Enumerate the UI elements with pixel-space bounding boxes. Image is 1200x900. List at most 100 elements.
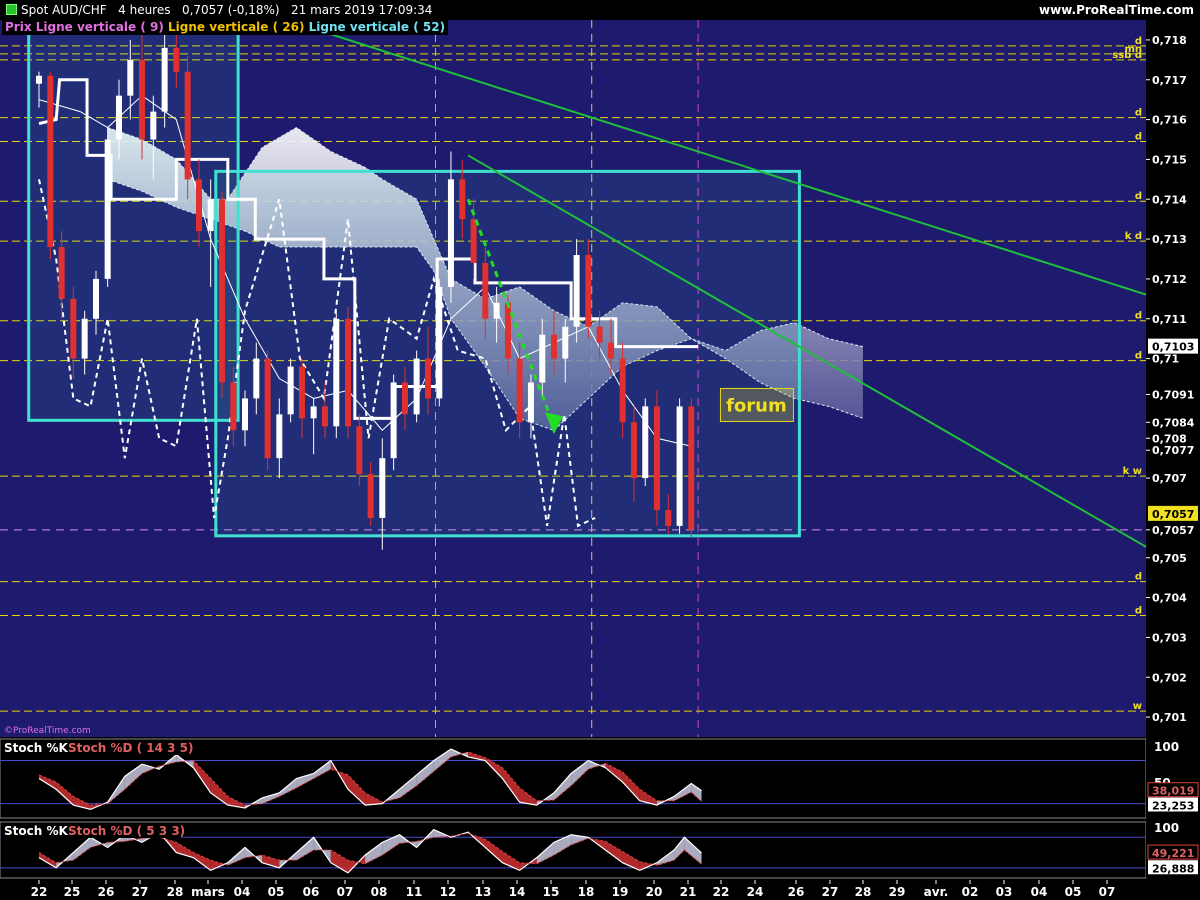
last-price-label: 0,7057 (-0,18%) <box>181 3 280 17</box>
x-label-6: 04 <box>234 885 251 899</box>
candle-body-8 <box>127 59 134 96</box>
candle-body-56 <box>676 406 683 526</box>
price-label-14: 0,7057 <box>1152 524 1194 537</box>
x-label-21: 24 <box>747 885 764 899</box>
legend-bar: Prix Ligne verticale ( 9) Ligne vertical… <box>2 20 449 35</box>
candle-body-14 <box>195 179 202 232</box>
candle-body-54 <box>653 406 660 510</box>
x-label-19: 21 <box>680 885 697 899</box>
x-label-29: 04 <box>1031 885 1048 899</box>
price-label-4: 0,714 <box>1152 193 1187 206</box>
price-tag-kijun-label: 0,7103 <box>1152 341 1194 354</box>
price-label-0: 0,718 <box>1152 34 1187 47</box>
candle-body-21 <box>276 414 283 459</box>
legend-line-52[interactable]: Ligne verticale ( 52) <box>309 20 445 34</box>
candle-body-23 <box>298 366 305 419</box>
candle-body-15 <box>207 199 214 232</box>
legend-line-26[interactable]: Ligne verticale ( 26) <box>168 20 304 34</box>
candle-body-3 <box>70 298 77 359</box>
x-label-7: 05 <box>268 885 285 899</box>
candle-body-29 <box>367 474 374 518</box>
stoch-subtitle-1: Stoch %D ( 14 3 5) <box>68 741 194 755</box>
x-label-2: 26 <box>98 885 115 899</box>
candle-body-2 <box>58 247 65 299</box>
candle-body-32 <box>401 382 408 415</box>
candle-body-30 <box>379 458 386 518</box>
level-label-11: d <box>1135 606 1142 617</box>
candle-body-19 <box>253 358 260 399</box>
legend-prix[interactable]: Prix <box>5 20 32 34</box>
candle-body-52 <box>630 422 637 479</box>
price-label-7: 0,711 <box>1152 313 1187 326</box>
candle-body-5 <box>92 278 99 319</box>
x-label-5: mars <box>191 885 225 899</box>
stoch-title-2: Stoch %K <box>4 824 68 838</box>
x-label-22: 26 <box>788 885 805 899</box>
x-label-24: 28 <box>855 885 872 899</box>
stoch-subtitle-2: Stoch %D ( 5 3 3) <box>68 824 185 838</box>
candle-body-31 <box>390 382 397 459</box>
candle-body-40 <box>493 302 500 319</box>
stoch-tick-1-0: 100 <box>1154 740 1179 754</box>
x-label-20: 22 <box>713 885 730 899</box>
candle-body-26 <box>333 318 340 427</box>
candle-body-13 <box>184 71 191 180</box>
candle-body-36 <box>447 179 454 287</box>
stoch-k-value-2: 49,221 <box>1152 847 1194 860</box>
candle-body-50 <box>607 342 614 359</box>
candle-body-46 <box>562 326 569 359</box>
x-label-10: 08 <box>371 885 388 899</box>
candle-body-28 <box>356 426 363 475</box>
level-label-3: d <box>1135 108 1142 119</box>
price-label-18: 0,702 <box>1152 671 1187 684</box>
candle-body-38 <box>470 219 477 263</box>
x-label-4: 28 <box>167 885 184 899</box>
stoch-tick-2-0: 100 <box>1154 821 1179 835</box>
level-label-9: k w <box>1123 466 1142 477</box>
price-label-15: 0,705 <box>1152 552 1187 565</box>
x-label-16: 18 <box>578 885 595 899</box>
candle-body-33 <box>413 358 420 415</box>
legend-line-9[interactable]: Ligne verticale ( 9) <box>36 20 164 34</box>
watermark: ©ProRealTime.com <box>4 726 91 736</box>
price-axis-background <box>1146 20 1200 737</box>
level-label-12: w <box>1133 701 1142 712</box>
candle-body-37 <box>459 179 466 220</box>
candle-body-39 <box>482 262 489 319</box>
price-label-19: 0,701 <box>1152 711 1187 724</box>
candle-body-10 <box>150 111 157 140</box>
candle-body-34 <box>424 358 431 399</box>
candle-body-42 <box>516 358 523 423</box>
x-label-13: 13 <box>475 885 492 899</box>
x-label-30: 05 <box>1065 885 1082 899</box>
timeframe-label: 4 heures <box>118 3 171 17</box>
level-label-4: d <box>1135 131 1142 142</box>
candle-body-12 <box>173 47 180 72</box>
x-label-3: 27 <box>132 885 149 899</box>
level-label-2: ssb d <box>1112 50 1142 61</box>
candle-body-55 <box>665 509 672 526</box>
price-label-13: 0,707 <box>1152 472 1187 485</box>
stoch-title-1: Stoch %K <box>4 741 68 755</box>
price-label-1: 0,717 <box>1152 74 1187 87</box>
candle-body-7 <box>115 95 122 140</box>
stoch-k-value-1: 38,019 <box>1152 785 1194 798</box>
level-label-10: d <box>1135 572 1142 583</box>
title-info: Spot AUD/CHF 4 heures 0,7057 (-0,18%) 21… <box>6 3 432 17</box>
level-label-6: k d <box>1125 231 1142 242</box>
title-bar: Spot AUD/CHF 4 heures 0,7057 (-0,18%) 21… <box>0 0 1200 20</box>
price-label-8: 0,71 <box>1152 353 1179 366</box>
price-label-6: 0,712 <box>1152 273 1187 286</box>
x-label-1: 25 <box>64 885 81 899</box>
candle-body-9 <box>138 59 145 140</box>
candle-body-41 <box>504 302 511 359</box>
candle-body-47 <box>573 255 580 327</box>
x-label-23: 27 <box>822 885 839 899</box>
x-label-8: 06 <box>303 885 320 899</box>
forum-label: forum <box>726 395 787 416</box>
site-label: www.ProRealTime.com <box>1039 3 1194 17</box>
x-label-31: 07 <box>1099 885 1116 899</box>
chart-canvas[interactable]: forum ©ProRealTime.com 0,718 0,717 0,716 0,71… <box>0 20 1200 900</box>
candle-body-45 <box>550 334 557 359</box>
candle-body-22 <box>287 366 294 415</box>
